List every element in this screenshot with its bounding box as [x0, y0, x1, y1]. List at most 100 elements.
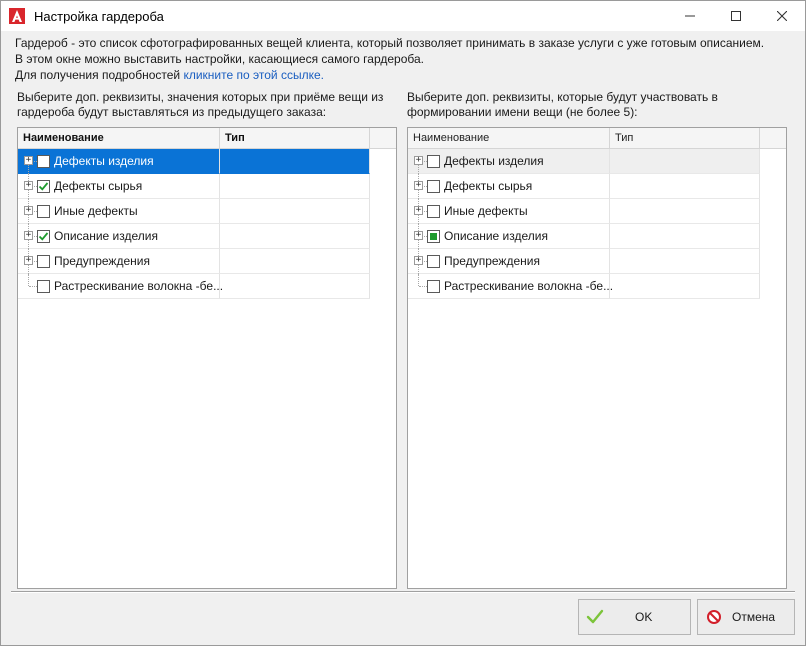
- ok-button-label: OK: [635, 610, 653, 624]
- right-row-type-cell[interactable]: [610, 224, 760, 249]
- tree-connector-line: [29, 286, 37, 287]
- right-attributes-tree[interactable]: Наименование Тип + Дефекты изделия + Дефект…: [407, 127, 787, 589]
- left-row-type-cell[interactable]: [220, 174, 370, 199]
- checkbox-unchecked[interactable]: [427, 255, 440, 268]
- cancel-button[interactable]: Отмена: [697, 599, 795, 635]
- right-col-name-header[interactable]: Наименование: [408, 128, 610, 148]
- left-col-type-header[interactable]: Тип: [220, 128, 370, 148]
- right-row-label: Описание изделия: [444, 229, 548, 243]
- left-row-name-cell[interactable]: + Дефекты изделия: [18, 149, 220, 174]
- close-icon: [777, 11, 787, 21]
- right-tree-row[interactable]: Растрескивание волокна -бе...: [408, 274, 760, 299]
- tree-connector-line: [419, 286, 427, 287]
- left-row-name-cell[interactable]: + Дефекты сырья: [18, 174, 220, 199]
- left-tree-row[interactable]: + Дефекты сырья: [18, 174, 370, 199]
- expand-plus-icon[interactable]: +: [24, 256, 33, 265]
- checkbox-unchecked[interactable]: [427, 205, 440, 218]
- left-tree-row[interactable]: Растрескивание волокна -бе...: [18, 274, 370, 299]
- right-tree-row[interactable]: + Дефекты сырья: [408, 174, 760, 199]
- right-tree-row[interactable]: + Описание изделия: [408, 224, 760, 249]
- right-tree-row[interactable]: + Дефекты изделия: [408, 149, 760, 174]
- ok-button[interactable]: OK: [578, 599, 691, 635]
- settings-dialog: Настройка гардероба Гардероб - это списо…: [0, 0, 806, 646]
- right-header-filler: [760, 128, 786, 148]
- left-col-name-header[interactable]: Наименование: [18, 128, 220, 148]
- checkbox-unchecked[interactable]: [427, 280, 440, 293]
- left-row-name-cell[interactable]: + Иные дефекты: [18, 199, 220, 224]
- checkbox-unchecked[interactable]: [37, 255, 50, 268]
- tree-connector-line: [418, 274, 419, 286]
- minimize-button[interactable]: [667, 1, 713, 31]
- right-tree-row[interactable]: + Иные дефекты: [408, 199, 760, 224]
- left-row-name-cell[interactable]: + Описание изделия: [18, 224, 220, 249]
- indeterminate-square-icon: [430, 233, 437, 240]
- close-button[interactable]: [759, 1, 805, 31]
- intro-line-2: В этом окне можно выставить настройки, к…: [15, 52, 424, 66]
- right-row-type-cell[interactable]: [610, 199, 760, 224]
- right-row-label: Дефекты изделия: [444, 154, 544, 168]
- left-row-type-cell[interactable]: [220, 149, 370, 174]
- cancel-circle-icon: [704, 607, 724, 627]
- expand-plus-icon[interactable]: +: [414, 181, 423, 190]
- expand-plus-icon[interactable]: +: [24, 156, 33, 165]
- right-row-type-cell[interactable]: [610, 249, 760, 274]
- right-row-name-cell[interactable]: + Дефекты сырья: [408, 174, 610, 199]
- left-tree-row[interactable]: + Дефекты изделия: [18, 149, 370, 174]
- left-caption-line-1: Выберите доп. реквизиты, значения которы…: [17, 90, 384, 104]
- left-row-name-cell[interactable]: Растрескивание волокна -бе...: [18, 274, 224, 299]
- left-row-label: Иные дефекты: [54, 204, 138, 218]
- left-attributes-tree[interactable]: Наименование Тип + Дефекты изделия + Дефект…: [17, 127, 397, 589]
- right-tree-row[interactable]: + Предупреждения: [408, 249, 760, 274]
- left-tree-row[interactable]: + Описание изделия: [18, 224, 370, 249]
- left-row-label: Растрескивание волокна -бе...: [54, 279, 224, 293]
- expand-plus-icon[interactable]: +: [414, 256, 423, 265]
- right-row-label: Дефекты сырья: [444, 179, 533, 193]
- intro-line-3-prefix: Для получения подробностей: [15, 68, 184, 82]
- checkbox-checked[interactable]: [37, 230, 50, 243]
- right-col-type-header[interactable]: Тип: [610, 128, 760, 148]
- right-row-name-cell[interactable]: + Описание изделия: [408, 224, 610, 249]
- right-row-type-cell[interactable]: [610, 149, 760, 174]
- left-row-type-cell[interactable]: [220, 249, 370, 274]
- right-row-name-cell[interactable]: + Дефекты изделия: [408, 149, 610, 174]
- right-row-name-cell[interactable]: + Предупреждения: [408, 249, 610, 274]
- checkbox-unchecked[interactable]: [427, 155, 440, 168]
- left-tree-row[interactable]: + Иные дефекты: [18, 199, 370, 224]
- maximize-button[interactable]: [713, 1, 759, 31]
- left-tree-row[interactable]: + Предупреждения: [18, 249, 370, 274]
- expand-plus-icon[interactable]: +: [24, 206, 33, 215]
- left-row-type-cell[interactable]: [220, 274, 370, 299]
- left-row-label: Дефекты сырья: [54, 179, 143, 193]
- expand-plus-icon[interactable]: +: [24, 231, 33, 240]
- checkbox-unchecked[interactable]: [37, 205, 50, 218]
- checkbox-checked[interactable]: [37, 180, 50, 193]
- checkmark-icon: [38, 182, 49, 191]
- window-title: Настройка гардероба: [34, 8, 164, 24]
- right-row-type-cell[interactable]: [610, 174, 760, 199]
- expand-plus-icon[interactable]: +: [414, 231, 423, 240]
- left-row-type-cell[interactable]: [220, 199, 370, 224]
- right-caption-line-2: формировании имени вещи (не более 5):: [407, 105, 638, 119]
- expand-plus-icon[interactable]: +: [414, 156, 423, 165]
- expand-plus-icon[interactable]: +: [414, 206, 423, 215]
- checkbox-indeterminate[interactable]: [427, 230, 440, 243]
- right-row-name-cell[interactable]: Растрескивание волокна -бе...: [408, 274, 614, 299]
- details-link[interactable]: кликните по этой ссылке.: [183, 68, 324, 82]
- right-row-name-cell[interactable]: + Иные дефекты: [408, 199, 610, 224]
- right-row-label: Растрескивание волокна -бе...: [444, 279, 614, 293]
- left-row-label: Дефекты изделия: [54, 154, 154, 168]
- tree-connector-line: [28, 274, 29, 286]
- footer-separator: [11, 591, 795, 593]
- checkbox-unchecked[interactable]: [37, 280, 50, 293]
- left-row-label: Описание изделия: [54, 229, 158, 243]
- left-row-type-cell[interactable]: [220, 224, 370, 249]
- left-caption-line-2: гардероба будут выставляться из предыдущ…: [17, 105, 327, 119]
- checkmark-icon: [585, 607, 605, 627]
- right-row-label: Иные дефекты: [444, 204, 528, 218]
- left-row-name-cell[interactable]: + Предупреждения: [18, 249, 220, 274]
- checkbox-unchecked[interactable]: [427, 180, 440, 193]
- minimize-icon: [685, 15, 695, 17]
- right-row-type-cell[interactable]: [610, 274, 760, 299]
- expand-plus-icon[interactable]: +: [24, 181, 33, 190]
- checkbox-unchecked[interactable]: [37, 155, 50, 168]
